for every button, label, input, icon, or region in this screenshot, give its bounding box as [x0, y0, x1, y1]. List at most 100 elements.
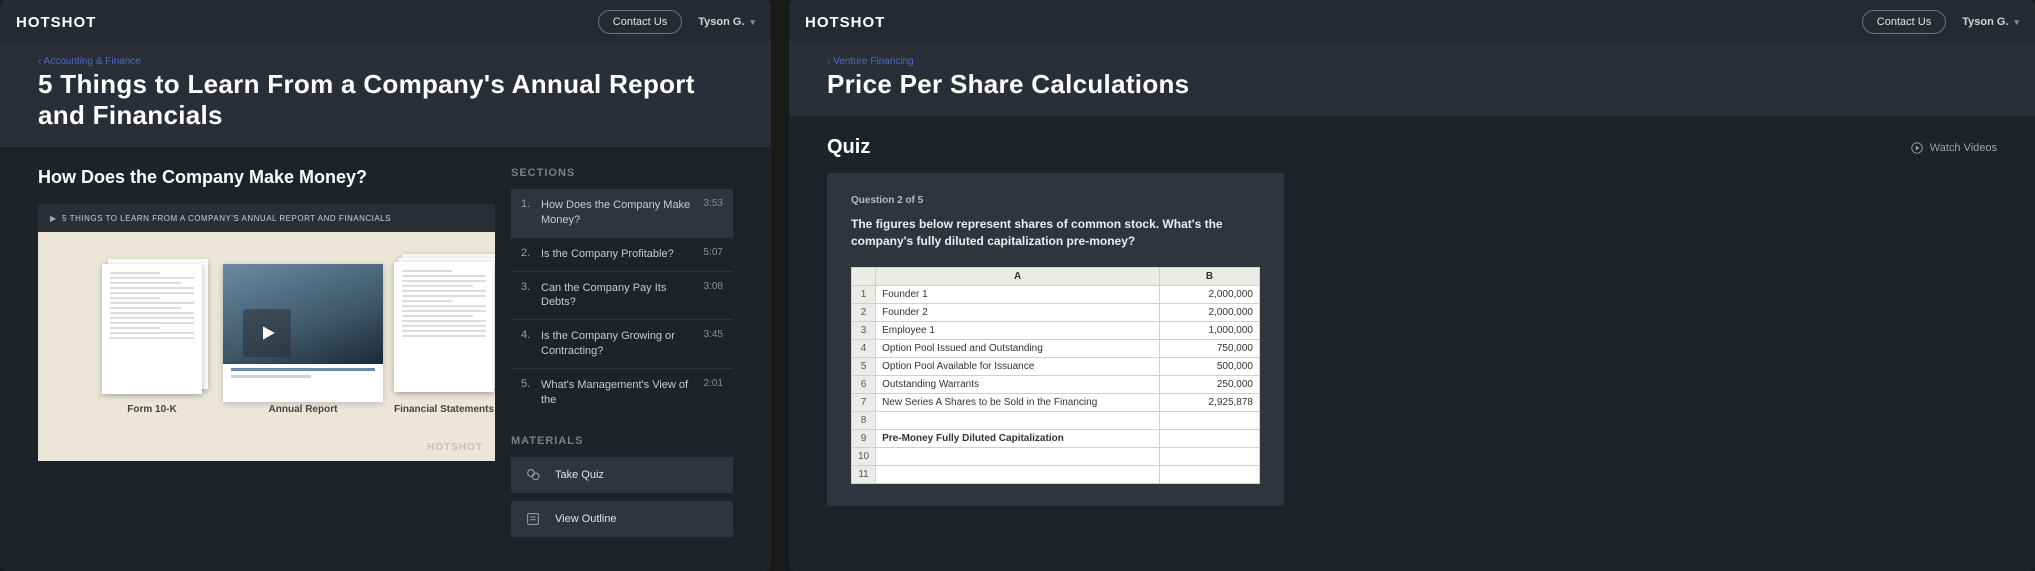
contact-us-button[interactable]: Contact Us — [598, 10, 682, 34]
watch-videos-link[interactable]: Watch Videos — [1910, 141, 1997, 155]
chevron-down-icon: ▾ — [750, 17, 755, 28]
watch-videos-label: Watch Videos — [1930, 142, 1997, 154]
cell-b — [1160, 447, 1260, 465]
cell-b: 2,000,000 — [1160, 285, 1260, 303]
video-column: How Does the Company Make Money? ▶ 5 THI… — [38, 167, 495, 545]
logo[interactable]: HOTSHOT — [805, 14, 885, 31]
cell-a: Option Pool Issued and Outstanding — [876, 339, 1160, 357]
cell-a: Outstanding Warrants — [876, 375, 1160, 393]
course-card-annual-report: HOTSHOT Contact Us Tyson G. ▾ ‹ Accounti… — [0, 0, 771, 571]
breadcrumb[interactable]: ‹ Venture Financing — [827, 56, 1997, 67]
logo[interactable]: HOTSHOT — [16, 14, 96, 31]
sheet-row: 11 — [852, 465, 1260, 483]
view-outline-label: View Outline — [555, 513, 617, 525]
titlebar: ‹ Accounting & Finance 5 Things to Learn… — [0, 44, 771, 147]
rownum: 3 — [852, 321, 876, 339]
contact-us-button[interactable]: Contact Us — [1862, 10, 1946, 34]
cell-a: Founder 2 — [876, 303, 1160, 321]
take-quiz-button[interactable]: Take Quiz — [511, 457, 733, 493]
cell-b: 750,000 — [1160, 339, 1260, 357]
cell-a — [876, 447, 1160, 465]
question-text: The figures below represent shares of co… — [851, 216, 1260, 251]
user-menu[interactable]: Tyson G. ▾ — [698, 16, 755, 28]
rownum: 8 — [852, 411, 876, 429]
content: Quiz Watch Videos Question 2 of 5 The fi… — [789, 116, 2035, 526]
chevron-down-icon: ▾ — [2014, 17, 2019, 28]
sheet-row: 8 — [852, 411, 1260, 429]
page-title: Price Per Share Calculations — [827, 69, 1997, 100]
section-item-2[interactable]: 2. Is the Company Profitable? 5:07 — [511, 237, 733, 271]
cell-a: Option Pool Available for Issuance — [876, 357, 1160, 375]
document-financials — [394, 262, 494, 392]
rownum: 10 — [852, 447, 876, 465]
section-title: Is the Company Growing or Contracting? — [541, 329, 704, 359]
video-overline: 5 THINGS TO LEARN FROM A COMPANY'S ANNUA… — [62, 214, 391, 223]
doc-caption-financials: Financial Statements — [384, 404, 495, 415]
cell-a: Employee 1 — [876, 321, 1160, 339]
section-duration: 3:53 — [704, 198, 723, 209]
annual-report-sub — [223, 364, 383, 402]
section-heading: How Does the Company Make Money? — [38, 167, 495, 188]
play-marker-icon: ▶ — [50, 214, 56, 223]
sheet-corner — [852, 267, 876, 285]
section-item-1[interactable]: 1. How Does the Company Make Money? 3:53 — [511, 189, 733, 237]
sheet-col-a: A — [876, 267, 1160, 285]
cell-b: 2,000,000 — [1160, 303, 1260, 321]
sheet-row: 5Option Pool Available for Issuance500,0… — [852, 357, 1260, 375]
sections-list: 1. How Does the Company Make Money? 3:53… — [511, 189, 733, 417]
video-overline-bar: ▶ 5 THINGS TO LEARN FROM A COMPANY'S ANN… — [38, 204, 495, 232]
play-icon — [258, 323, 278, 343]
section-num: 3. — [521, 281, 541, 293]
view-outline-button[interactable]: View Outline — [511, 501, 733, 537]
user-name: Tyson G. — [698, 16, 744, 28]
rownum: 11 — [852, 465, 876, 483]
cell-a: Pre-Money Fully Diluted Capitalization — [876, 429, 1160, 447]
section-duration: 3:45 — [704, 329, 723, 340]
cell-a — [876, 411, 1160, 429]
video-thumbnail[interactable]: ▶ 5 THINGS TO LEARN FROM A COMPANY'S ANN… — [38, 204, 495, 461]
sheet-row: 4Option Pool Issued and Outstanding750,0… — [852, 339, 1260, 357]
cell-b — [1160, 429, 1260, 447]
take-quiz-label: Take Quiz — [555, 469, 604, 481]
sheet-row: 2Founder 22,000,000 — [852, 303, 1260, 321]
section-item-4[interactable]: 4. Is the Company Growing or Contracting… — [511, 319, 733, 368]
sheet-row: 3Employee 11,000,000 — [852, 321, 1260, 339]
rownum: 6 — [852, 375, 876, 393]
cell-a — [876, 465, 1160, 483]
document-10k — [102, 264, 202, 394]
rownum: 9 — [852, 429, 876, 447]
rownum: 2 — [852, 303, 876, 321]
question-progress: Question 2 of 5 — [851, 195, 1260, 206]
rownum: 5 — [852, 357, 876, 375]
quiz-header: Quiz Watch Videos — [827, 136, 1997, 159]
page-title: 5 Things to Learn From a Company's Annua… — [38, 69, 733, 131]
breadcrumb[interactable]: ‹ Accounting & Finance — [38, 56, 733, 67]
content: How Does the Company Make Money? ▶ 5 THI… — [0, 147, 771, 565]
sheet-row: 6Outstanding Warrants250,000 — [852, 375, 1260, 393]
cell-b: 500,000 — [1160, 357, 1260, 375]
section-num: 1. — [521, 198, 541, 210]
section-title: What's Management's View of the — [541, 378, 704, 408]
course-card-price-per-share: HOTSHOT Contact Us Tyson G. ▾ ‹ Venture … — [789, 0, 2035, 571]
cell-b: 2,925,878 — [1160, 393, 1260, 411]
sheet-row: 10 — [852, 447, 1260, 465]
section-item-5[interactable]: 5. What's Management's View of the 2:01 — [511, 368, 733, 417]
topbar-right: Contact Us Tyson G. ▾ — [1862, 10, 2019, 34]
sections-label: SECTIONS — [511, 167, 733, 179]
doc-caption-10k: Form 10-K — [102, 404, 202, 415]
cell-a: Founder 1 — [876, 285, 1160, 303]
rownum: 1 — [852, 285, 876, 303]
user-menu[interactable]: Tyson G. ▾ — [1962, 16, 2019, 28]
cell-b: 1,000,000 — [1160, 321, 1260, 339]
play-button[interactable] — [243, 309, 291, 357]
section-duration: 5:07 — [704, 247, 723, 258]
sheet-row: 1Founder 12,000,000 — [852, 285, 1260, 303]
cell-b: 250,000 — [1160, 375, 1260, 393]
sheet-row: 9Pre-Money Fully Diluted Capitalization — [852, 429, 1260, 447]
outline-icon — [525, 511, 541, 527]
section-duration: 2:01 — [704, 378, 723, 389]
rownum: 7 — [852, 393, 876, 411]
cell-b — [1160, 411, 1260, 429]
section-item-3[interactable]: 3. Can the Company Pay Its Debts? 3:08 — [511, 271, 733, 320]
rownum: 4 — [852, 339, 876, 357]
